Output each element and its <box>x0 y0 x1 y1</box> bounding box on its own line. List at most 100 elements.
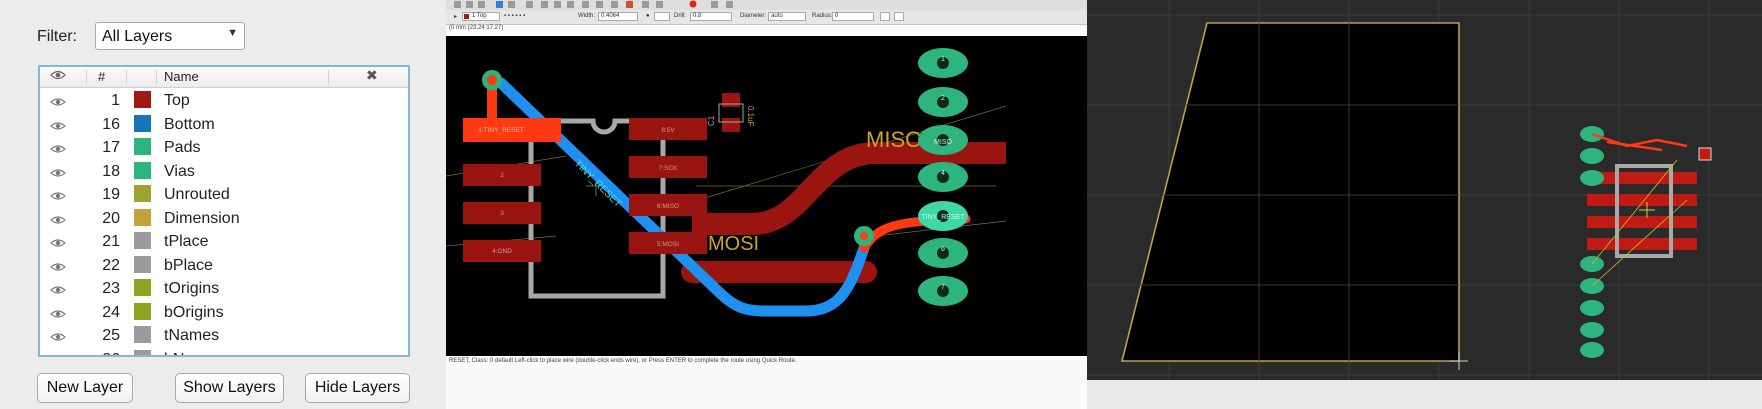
layer-name: Dimension <box>164 209 240 227</box>
ic-pad-6-label: 6:MISO <box>657 203 679 210</box>
eye-icon[interactable] <box>50 306 66 318</box>
layer-row[interactable]: 1 Top <box>40 89 408 113</box>
ic-pad-1-label: 1:TINY_RESET <box>478 127 524 134</box>
layer-color-swatch[interactable] <box>134 138 151 155</box>
layer-row[interactable]: 23 tOrigins <box>40 277 408 301</box>
capacitor-c1-value: 0.1uF <box>746 106 755 127</box>
layer-color-swatch[interactable] <box>134 161 151 179</box>
status-bar: RESET, Class: 0 default Left-click to pl… <box>449 358 797 364</box>
eye-icon[interactable] <box>50 329 66 341</box>
ic-pad-3-label: 3 <box>500 210 504 217</box>
layer-name: tNames <box>164 327 220 344</box>
wire-style-button[interactable] <box>880 12 890 21</box>
wire-style-button-2[interactable] <box>894 12 904 21</box>
layer-select[interactable]: 1 Top <box>462 12 500 21</box>
layer-number: 18 <box>102 162 120 180</box>
header-pin-4-label: 4 <box>941 170 945 177</box>
layer-row[interactable]: 22 bPlace <box>40 254 408 278</box>
toolbar-parameters: ▸ 1 Top ▪ ▪ ▪ ▪ ▪ ▪ Width: 0.4064 ● Dril… <box>446 10 1087 25</box>
header-pin-2-label: 2 <box>941 95 945 102</box>
header-pin-5-label: TINY_RESET <box>921 214 965 221</box>
eye-icon[interactable] <box>50 188 66 200</box>
eye-icon[interactable] <box>50 94 66 106</box>
pcb-overview[interactable] <box>1087 0 1762 409</box>
eye-icon[interactable] <box>50 165 66 177</box>
layer-color-swatch[interactable] <box>134 208 151 226</box>
filter-dropdown-value: All Layers <box>102 28 173 45</box>
layer-row[interactable]: 18 Vias <box>40 160 408 184</box>
eye-icon[interactable] <box>50 282 66 294</box>
layer-row[interactable]: 26 bNames <box>40 348 408 356</box>
eye-icon[interactable] <box>50 141 66 153</box>
layer-number: 19 <box>102 186 120 203</box>
header-pin-3-label: MISO <box>934 139 952 146</box>
new-layer-button[interactable]: New Layer <box>37 373 133 403</box>
layer-name: Top <box>164 92 190 109</box>
column-header-name[interactable]: Name <box>164 69 199 84</box>
diameter-label: Diameter: <box>740 13 767 19</box>
via-shape-icon[interactable]: ● <box>646 13 650 19</box>
layer-color-swatch[interactable] <box>134 279 151 296</box>
ic-pad-5-label: 5:MOSI <box>657 241 679 248</box>
eye-icon[interactable] <box>50 353 66 356</box>
layer-color-swatch[interactable] <box>134 255 151 273</box>
pcb-mini-pads-right <box>1587 172 1697 250</box>
layer-color-swatch[interactable] <box>134 185 151 202</box>
ic-pad-8-label: 8:5V <box>661 127 675 134</box>
route-mode-icons[interactable]: ▪ ▪ ▪ ▪ ▪ ▪ <box>504 13 525 19</box>
close-icon[interactable]: ✖ <box>366 67 378 84</box>
width-input[interactable]: 0.4064 <box>598 12 638 21</box>
eye-icon[interactable] <box>50 235 66 247</box>
board-outline <box>1120 22 1460 362</box>
layer-color-swatch[interactable] <box>134 302 151 320</box>
layer-number: 24 <box>102 303 120 321</box>
net-label-tiny-reset: TINY_RESET <box>572 158 623 209</box>
layers-panel: Filter: All Layers ▼ # Name ✖ 1 Top 16 Bott… <box>0 0 446 409</box>
layer-number: 21 <box>102 233 120 250</box>
hide-layers-button[interactable]: Hide Layers <box>305 373 410 403</box>
layer-table: # Name ✖ 1 Top 16 Bottom 17 Pads 18 Vias 19 Unrou… <box>38 65 410 357</box>
layer-number: 22 <box>102 256 120 274</box>
header-pin-1-label: 1 <box>941 56 945 63</box>
header-pin-6-label: 6 <box>941 246 945 253</box>
eye-icon[interactable] <box>50 212 66 224</box>
header-pin-7-label: 7 <box>941 284 945 291</box>
ic-pad-2-label: 2 <box>500 172 504 179</box>
layer-row[interactable]: 25 tNames <box>40 324 408 348</box>
filter-dropdown[interactable]: All Layers ▼ <box>95 22 245 50</box>
layer-row[interactable]: 19 Unrouted <box>40 183 408 207</box>
coordinate-readout: (0 mm (23.24 17.27) <box>449 25 504 31</box>
radius-label: Radius: <box>812 13 833 19</box>
drill-label: Drill: <box>674 13 686 19</box>
layer-number: 23 <box>102 280 120 297</box>
layer-name: bOrigins <box>164 303 224 321</box>
board-canvas[interactable]: 1:TINY_RESET 2 3 4:GND 8:5V 7:SCK 6:MISO… <box>446 36 1087 356</box>
show-layers-button[interactable]: Show Layers <box>175 373 284 403</box>
diameter-input[interactable]: auto <box>768 12 806 21</box>
via-shape-select[interactable] <box>654 12 670 21</box>
width-label: Width: <box>578 13 596 19</box>
layer-color-swatch[interactable] <box>134 349 151 355</box>
layer-name: Bottom <box>164 115 215 133</box>
layer-row[interactable]: 20 Dimension <box>40 207 408 231</box>
layer-name: bPlace <box>164 256 213 274</box>
layer-name: tOrigins <box>164 280 220 297</box>
eye-icon[interactable] <box>50 69 66 84</box>
layer-row[interactable]: 24 bOrigins <box>40 301 408 325</box>
drill-input[interactable]: 0.8 <box>690 12 732 21</box>
layer-row[interactable]: 21 tPlace <box>40 230 408 254</box>
layer-color-swatch[interactable] <box>134 232 151 249</box>
layer-color-swatch[interactable] <box>134 114 151 132</box>
layer-number: 17 <box>102 139 120 156</box>
layer-color-swatch[interactable] <box>134 326 151 343</box>
layer-row[interactable]: 17 Pads <box>40 136 408 160</box>
eye-icon[interactable] <box>50 118 66 130</box>
capacitor-c1: C1 0.1uF <box>707 93 755 132</box>
layer-color-swatch[interactable] <box>134 91 151 108</box>
layer-row[interactable]: 16 Bottom <box>40 113 408 137</box>
eye-icon[interactable] <box>50 259 66 271</box>
filter-label: Filter: <box>37 28 77 45</box>
column-header-number[interactable]: # <box>98 69 105 84</box>
radius-input[interactable]: 0 <box>832 12 874 21</box>
layer-number: 26 <box>90 348 120 356</box>
